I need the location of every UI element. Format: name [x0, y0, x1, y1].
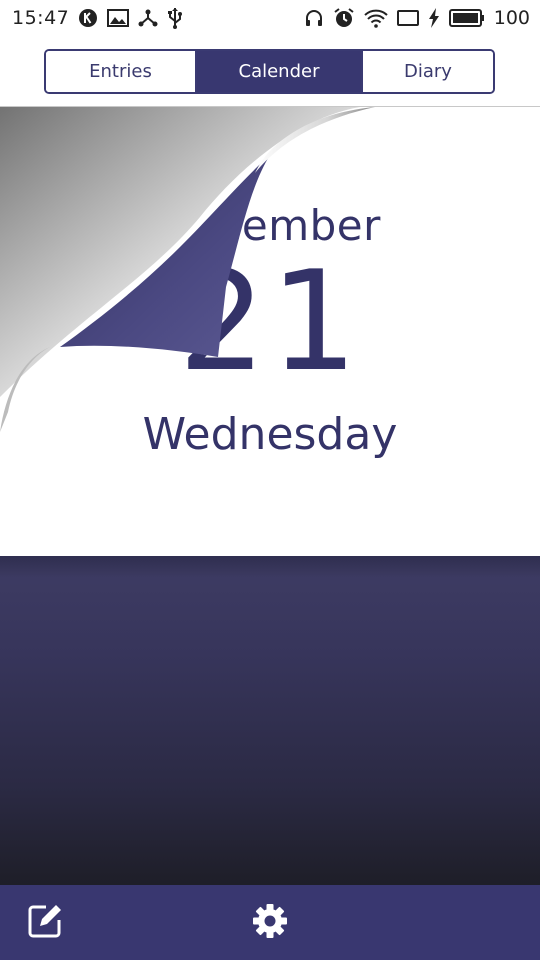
background-area — [0, 556, 540, 885]
settings-button[interactable] — [240, 885, 300, 960]
edit-icon — [26, 902, 64, 944]
status-bar-right: 100 — [304, 7, 530, 29]
edit-button[interactable] — [15, 885, 75, 960]
page-drop-shadow — [0, 556, 540, 578]
calendar-screen: 15:47 100 Entries Calender Diary Decembe… — [0, 0, 540, 960]
status-bar-left: 15:47 — [12, 7, 183, 29]
charging-bolt-icon — [428, 8, 440, 28]
tab-entries[interactable]: Entries — [46, 51, 195, 92]
view-tabs: Entries Calender Diary — [44, 49, 495, 94]
k-notification-icon — [78, 8, 98, 28]
page-curl-corner[interactable] — [0, 107, 540, 556]
status-bar: 15:47 100 — [0, 0, 540, 36]
share-hub-icon — [138, 8, 158, 28]
bottom-toolbar — [0, 885, 540, 960]
tab-calender[interactable]: Calender — [195, 51, 361, 92]
battery-level-text: 100 — [493, 7, 530, 29]
headphones-icon — [304, 8, 324, 28]
screen-cast-icon — [396, 9, 419, 27]
settings-gear-icon — [252, 903, 288, 943]
image-icon — [107, 9, 130, 27]
wifi-icon — [364, 8, 388, 28]
alarm-icon — [333, 7, 355, 29]
usb-icon — [167, 7, 183, 29]
tab-diary[interactable]: Diary — [361, 51, 493, 92]
calendar-page[interactable]: December 21 Wednesday — [0, 107, 540, 556]
status-time: 15:47 — [12, 7, 70, 29]
battery-icon — [448, 9, 485, 27]
